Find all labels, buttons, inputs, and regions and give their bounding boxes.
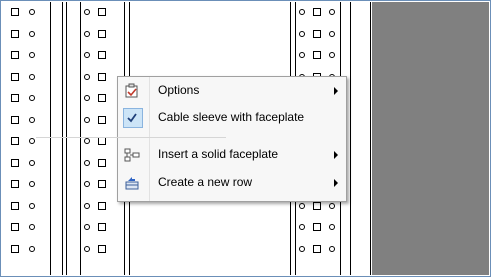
port-square-icon [98,30,106,38]
rack-rail [62,2,63,275]
port-circle-icon [329,224,335,230]
port-square-icon [11,202,19,210]
port-square-icon [11,159,19,167]
menu-item-label: Cable sleeve with faceplate [158,110,305,124]
port-circle-icon [29,160,35,166]
port-circle-icon [84,246,90,252]
port-square-icon [313,8,321,16]
port-circle-icon [329,9,335,15]
port-square-icon [11,73,19,81]
options-icon [123,82,141,100]
menu-item-insert-faceplate[interactable]: Insert a solid faceplate [120,143,344,167]
port-circle-icon [84,224,90,230]
menu-item-label: Create a new row [158,175,253,189]
new-row-icon [123,174,141,192]
port-square-icon [98,180,106,188]
port-circle-icon [29,138,35,144]
menu-item-label: Insert a solid faceplate [158,147,279,161]
rack-rail [370,2,371,275]
port-circle-icon [29,52,35,58]
context-menu: Options Cable sleeve with faceplate Inse… [117,76,347,202]
port-circle-icon [84,52,90,58]
rack-rail [66,2,67,275]
rack-rail [80,2,81,275]
submenu-arrow-icon [334,179,338,187]
port-square-icon [98,94,106,102]
checkmark-icon [123,109,141,127]
port-circle-icon [299,224,305,230]
port-square-icon [313,202,321,210]
port-square-icon [11,116,19,124]
port-circle-icon [299,246,305,252]
submenu-arrow-icon [334,87,338,95]
port-circle-icon [329,31,335,37]
port-circle-icon [29,9,35,15]
port-circle-icon [29,95,35,101]
port-square-icon [11,180,19,188]
submenu-arrow-icon [334,151,338,159]
port-circle-icon [29,117,35,123]
menu-item-create-row[interactable]: Create a new row [120,171,344,195]
rack-rail [350,2,351,275]
port-circle-icon [29,246,35,252]
port-square-icon [98,202,106,210]
port-circle-icon [84,9,90,15]
port-circle-icon [299,9,305,15]
port-circle-icon [329,203,335,209]
rack-rail [50,2,51,275]
port-square-icon [11,30,19,38]
port-circle-icon [29,203,35,209]
port-square-icon [98,8,106,16]
menu-item-label: Options [158,83,200,97]
port-circle-icon [299,52,305,58]
port-square-icon [11,8,19,16]
faceplate-icon [123,146,141,164]
port-square-icon [11,245,19,253]
port-circle-icon [84,138,90,144]
port-square-icon [98,223,106,231]
port-square-icon [11,94,19,102]
port-square-icon [98,159,106,167]
port-circle-icon [299,203,305,209]
empty-canvas-area[interactable] [372,2,489,275]
port-square-icon [313,245,321,253]
port-circle-icon [29,74,35,80]
port-square-icon [11,137,19,145]
menu-separator [36,137,226,138]
port-circle-icon [84,181,90,187]
port-circle-icon [329,52,335,58]
port-square-icon [11,223,19,231]
port-circle-icon [84,31,90,37]
port-circle-icon [329,246,335,252]
port-circle-icon [29,181,35,187]
port-square-icon [98,137,106,145]
port-square-icon [313,223,321,231]
menu-item-options[interactable]: Options [120,79,344,103]
port-circle-icon [84,117,90,123]
menu-item-cable-sleeve[interactable]: Cable sleeve with faceplate [120,106,344,130]
port-square-icon [11,51,19,59]
port-circle-icon [84,95,90,101]
port-circle-icon [84,160,90,166]
port-circle-icon [29,31,35,37]
port-square-icon [98,51,106,59]
port-square-icon [98,116,106,124]
port-circle-icon [299,31,305,37]
port-square-icon [98,73,106,81]
port-square-icon [313,30,321,38]
port-circle-icon [84,74,90,80]
port-circle-icon [29,224,35,230]
port-circle-icon [84,203,90,209]
port-square-icon [98,245,106,253]
port-square-icon [313,51,321,59]
